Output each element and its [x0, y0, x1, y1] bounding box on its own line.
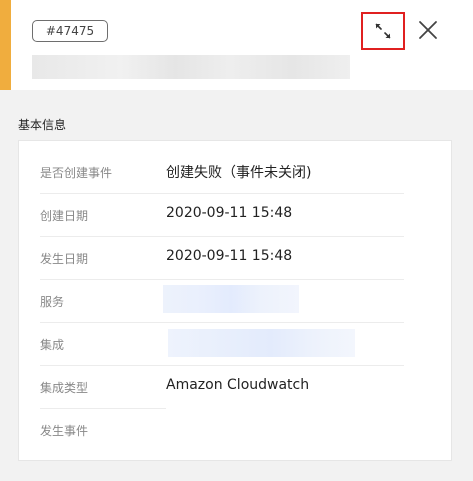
- row-label: 集成: [40, 338, 65, 352]
- row-label: 是否创建事件: [40, 166, 113, 180]
- expand-button[interactable]: [361, 12, 405, 50]
- detail-row-integration: 集成: [40, 323, 404, 366]
- row-value: 2020-09-11 15:48: [166, 248, 293, 264]
- ticket-id-badge: #47475: [32, 20, 108, 42]
- blurred-title: [32, 55, 350, 79]
- detail-header: #47475: [0, 0, 473, 90]
- detail-row-occurred-event: 发生事件: [40, 409, 404, 452]
- row-value: Amazon Cloudwatch: [166, 377, 310, 393]
- detail-row-integration-type: 集成类型 Amazon Cloudwatch: [40, 366, 404, 409]
- blurred-integration-value: [168, 329, 355, 357]
- detail-row-occurred-date: 发生日期 2020-09-11 15:48: [40, 237, 404, 280]
- row-value: 创建失败（事件未关闭): [166, 165, 312, 181]
- section-title: 基本信息: [18, 118, 67, 132]
- row-label: 创建日期: [40, 209, 89, 223]
- row-value: 2020-09-11 15:48: [166, 205, 293, 221]
- row-label: 发生事件: [40, 424, 89, 438]
- accent-bar: [0, 0, 11, 90]
- expand-arrows-icon: [375, 23, 391, 39]
- row-label: 服务: [40, 295, 65, 309]
- detail-row-service: 服务: [40, 280, 404, 323]
- row-label: 集成类型: [40, 381, 89, 395]
- blurred-service-value: [163, 285, 299, 313]
- close-icon: [419, 21, 437, 39]
- row-label: 发生日期: [40, 252, 89, 266]
- details-card: 是否创建事件 创建失败（事件未关闭) 创建日期 2020-09-11 15:48…: [18, 140, 452, 461]
- detail-row-create-incident: 是否创建事件 创建失败（事件未关闭): [40, 151, 404, 194]
- detail-row-created-date: 创建日期 2020-09-11 15:48: [40, 194, 404, 237]
- close-button[interactable]: [414, 16, 442, 44]
